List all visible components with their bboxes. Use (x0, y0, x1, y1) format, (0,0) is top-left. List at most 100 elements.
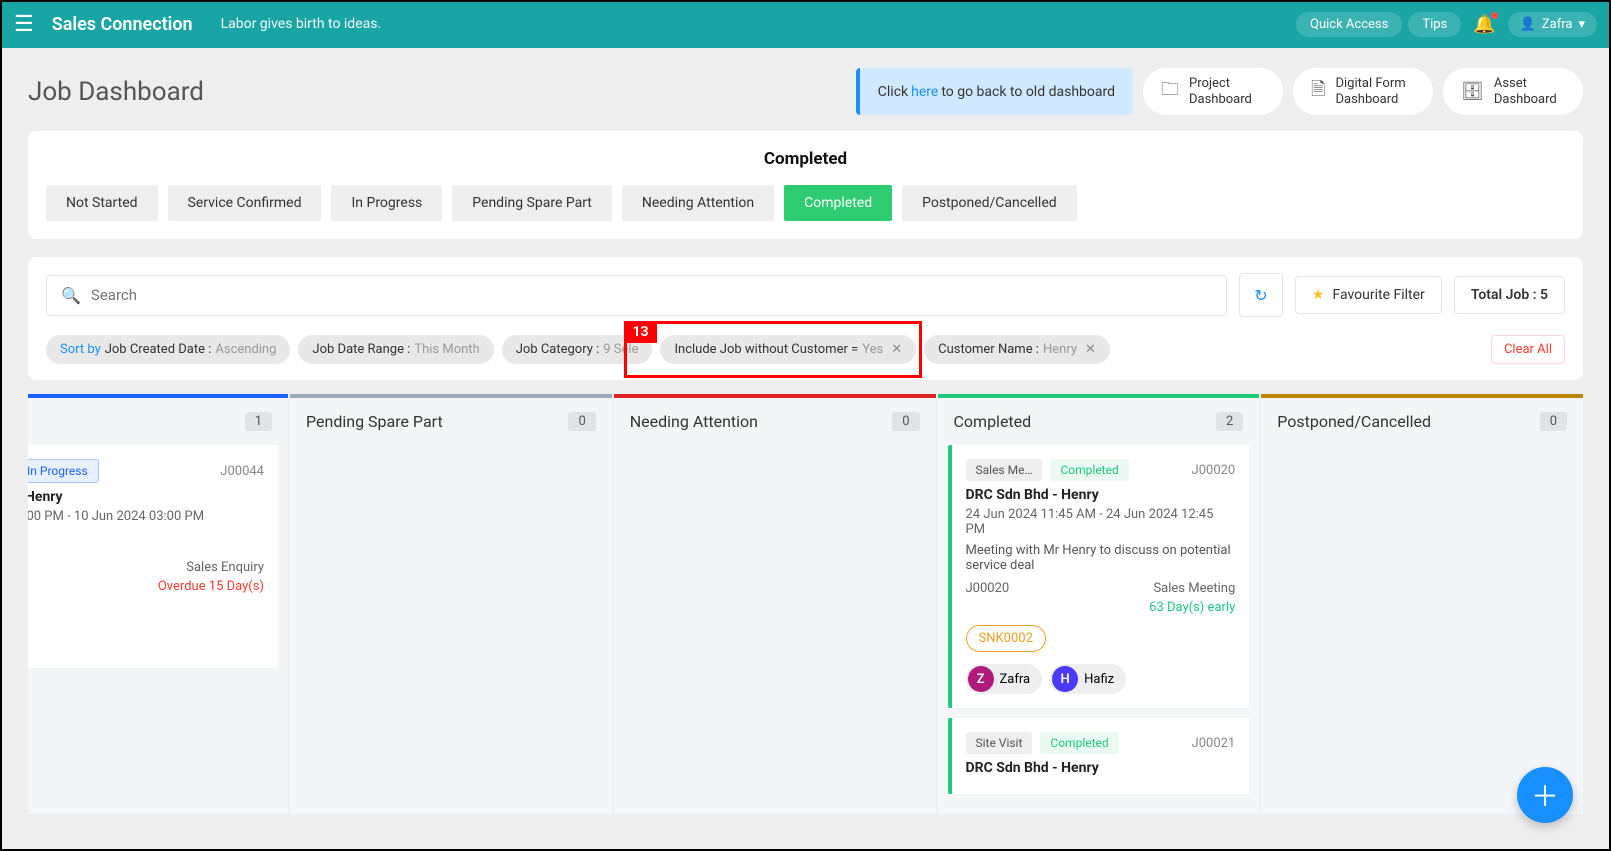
favourite-filter-button[interactable]: ★ Favourite Filter (1295, 276, 1442, 314)
status-tab[interactable]: Completed (784, 185, 892, 221)
banner-pre: Click (878, 84, 908, 100)
avatar-name: Hafiz (1084, 672, 1114, 687)
job-category: Sales Meeting (1153, 581, 1235, 596)
early-note: 63 Day(s) early (966, 600, 1236, 615)
column-body (614, 445, 936, 455)
filter-panel: 🔍 ↻ ★ Favourite Filter Total Job : 5 Sor… (28, 257, 1583, 380)
column-count: 1 (245, 412, 272, 431)
column-title: Needing Attention (630, 412, 758, 431)
status-tab[interactable]: Pending Spare Part (452, 185, 612, 221)
status-tab[interactable]: Needing Attention (622, 185, 774, 221)
reference-tag[interactable]: SNK0002 (966, 625, 1046, 652)
clear-all-button[interactable]: Clear All (1491, 335, 1565, 364)
assignees: Z Zafra H Hafiz (966, 664, 1236, 694)
avatar: H (1052, 666, 1078, 692)
type-badge: Site Visit (966, 732, 1033, 754)
job-time: 24 Jun 2024 11:45 AM - 24 Jun 2024 12:45… (966, 507, 1236, 537)
user-icon: 👤 (1520, 17, 1536, 32)
document-icon: 🗎 (1311, 77, 1325, 107)
avatar-name: Zafra (1000, 672, 1031, 687)
chip-close-icon[interactable]: ✕ (891, 342, 902, 357)
column-body (1261, 445, 1583, 455)
refresh-button[interactable]: ↻ (1239, 273, 1283, 317)
status-tabs-panel: Completed Not Started Service ConfirmedIn… (28, 131, 1583, 239)
kanban-board: 1 In Progress J00044 - Henry 2:00 PM - 1… (0, 394, 1611, 814)
job-code: J00044 (220, 464, 264, 479)
column-header: Needing Attention0 (614, 398, 936, 445)
column-body (290, 445, 612, 455)
banner-post: to go back to old dashboard (941, 84, 1115, 100)
status-tab[interactable]: Service Confirmed (168, 185, 322, 221)
notifications-button[interactable]: 🔔 (1473, 14, 1495, 35)
banner-link[interactable]: here (911, 84, 938, 100)
avatar-chip[interactable]: H Hafiz (1050, 664, 1126, 694)
job-title: DRC Sdn Bhd - Henry (966, 487, 1236, 503)
project-dashboard-button[interactable]: 🗀 Project Dashboard (1143, 68, 1283, 115)
asset-dashboard-button[interactable]: 🗄 Asset Dashboard (1443, 68, 1583, 115)
status-badge: Completed (1050, 459, 1128, 481)
total-job-count: Total Job : 5 (1454, 276, 1565, 314)
avatar-chip[interactable]: Z Zafra (966, 664, 1043, 694)
dash-btn-label: Asset Dashboard (1494, 76, 1557, 107)
status-tab[interactable]: In Progress (331, 185, 442, 221)
page-title-row: Job Dashboard Click here to go back to o… (0, 48, 1611, 131)
job-code: J00020 (966, 581, 1010, 596)
tabs-heading: Completed (28, 131, 1583, 185)
tabs-row: Not Started Service ConfirmedIn Progress P… (28, 185, 1583, 221)
highlight-badge: 13 (624, 321, 656, 343)
overdue-note: Overdue 15 Day(s) (28, 579, 264, 594)
column-body: Sales Me… Completed J00020 DRC Sdn Bhd -… (938, 445, 1260, 814)
avatar: Z (968, 666, 994, 692)
filter-chip[interactable]: Job Date Range : This Month (298, 335, 493, 364)
status-badge: Completed (1040, 732, 1118, 754)
quick-access-button[interactable]: Quick Access (1296, 12, 1402, 37)
kanban-column: Pending Spare Part 0 (290, 394, 612, 814)
column-header: Pending Spare Part 0 (290, 398, 612, 445)
column-count: 0 (568, 412, 595, 431)
column-body: In Progress J00044 - Henry 2:00 PM - 10 … (28, 445, 288, 688)
status-tab[interactable]: Postponed/Cancelled (902, 185, 1077, 221)
job-card[interactable]: In Progress J00044 - Henry 2:00 PM - 10 … (28, 445, 278, 668)
add-fab-button[interactable]: ＋ (1517, 767, 1573, 823)
column-header: Postponed/Cancelled 0 (1261, 398, 1583, 445)
job-code: J00020 (1192, 463, 1236, 478)
job-card[interactable]: Site Visit Completed J00021 DRC Sdn Bhd … (948, 718, 1250, 794)
tips-button[interactable]: Tips (1408, 12, 1461, 37)
search-input[interactable] (91, 286, 1212, 304)
type-badge: Sales Me… (966, 459, 1043, 481)
column-title: Completed (954, 412, 1032, 431)
digital-form-dashboard-button[interactable]: 🗎 Digital Form Dashboard (1293, 68, 1433, 115)
kanban-column: Completed 2 Sales Me… Completed J00020 DR… (938, 394, 1260, 814)
archive-icon: 🗄 (1461, 81, 1484, 102)
search-box[interactable]: 🔍 (46, 275, 1227, 316)
page-title: Job Dashboard (28, 77, 204, 107)
tagline: Labor gives birth to ideas. (221, 16, 382, 32)
chip-close-icon[interactable]: ✕ (1085, 342, 1096, 357)
star-icon: ★ (1312, 287, 1325, 303)
old-dashboard-banner: Click here to go back to old dashboard (856, 68, 1133, 115)
filter-chip[interactable]: Include Job without Customer = Yes✕ (660, 335, 916, 364)
chevron-down-icon: ▾ (1578, 17, 1585, 32)
column-header: 1 (28, 398, 288, 445)
user-menu[interactable]: 👤 Zafra ▾ (1508, 12, 1597, 37)
menu-icon[interactable]: ☰ (14, 12, 34, 37)
dash-btn-label: Digital Form Dashboard (1335, 76, 1405, 107)
folder-icon: 🗀 (1161, 77, 1179, 107)
job-card[interactable]: Sales Me… Completed J00020 DRC Sdn Bhd -… (948, 445, 1250, 708)
page-actions: Click here to go back to old dashboard 🗀… (856, 68, 1583, 115)
column-count: 2 (1216, 412, 1243, 431)
fav-label: Favourite Filter (1332, 287, 1424, 303)
filter-chip[interactable]: Sort by Job Created Date : Ascending (46, 335, 290, 364)
app-title: Sales Connection (52, 14, 193, 35)
dash-btn-label: Project Dashboard (1189, 76, 1252, 107)
job-title: - Henry (28, 489, 264, 505)
column-title: Pending Spare Part (306, 412, 443, 431)
status-badge: In Progress (28, 459, 99, 483)
search-icon: 🔍 (61, 286, 81, 305)
notification-dot (1491, 12, 1498, 19)
filter-chip[interactable]: Customer Name : Henry✕ (924, 335, 1110, 364)
column-count: 0 (1540, 412, 1567, 431)
status-tab[interactable]: Not Started (46, 185, 158, 221)
column-title: Postponed/Cancelled (1277, 412, 1431, 431)
job-time: 2:00 PM - 10 Jun 2024 03:00 PM (28, 509, 264, 524)
